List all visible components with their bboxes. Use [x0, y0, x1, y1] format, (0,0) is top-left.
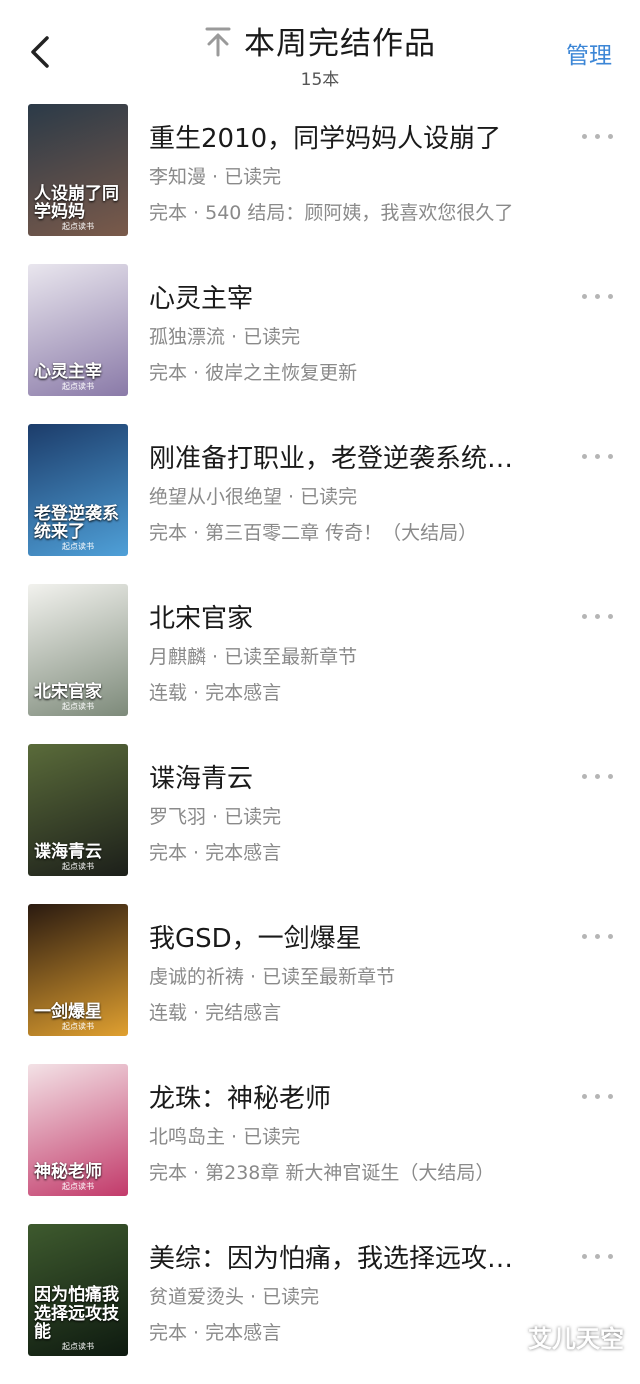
- dot: [608, 614, 613, 619]
- book-title[interactable]: 重生2010，同学妈妈人设崩了: [149, 118, 559, 155]
- more-options-icon[interactable]: [582, 768, 616, 784]
- cover-brand: 起点读书: [62, 702, 94, 711]
- book-cover[interactable]: 心灵主宰 起点读书: [28, 264, 128, 396]
- book-title[interactable]: 刚准备打职业，老登逆袭系统…: [149, 438, 559, 475]
- dot: [608, 934, 613, 939]
- dot: [582, 454, 587, 459]
- book-count: 15本: [300, 70, 340, 90]
- top-bar: 本周完结作品 15本 管理: [0, 0, 640, 90]
- more-options-icon[interactable]: [582, 928, 616, 944]
- cover-title-text: 北宋官家: [34, 682, 102, 703]
- book-list: 人设崩了同学妈妈 起点读书 重生2010，同学妈妈人设崩了 李知漫 · 已读完 完本 ·…: [0, 104, 640, 1384]
- dot: [595, 1254, 600, 1259]
- dot: [582, 1254, 587, 1259]
- book-list-item[interactable]: 心灵主宰 起点读书 心灵主宰 孤独漂流 · 已读完 完本 · 彼岸之主恢复更新: [0, 264, 640, 424]
- book-list-item[interactable]: 北宋官家 起点读书 北宋官家 月麒麟 · 已读至最新章节 连载 · 完本感言: [0, 584, 640, 744]
- pin-top-icon[interactable]: [204, 25, 232, 57]
- manage-button[interactable]: 管理: [566, 36, 612, 70]
- book-author-status: 虔诚的祈祷 · 已读至最新章节: [149, 966, 396, 988]
- cover-brand: 起点读书: [62, 1022, 94, 1031]
- cover-title-text: 神秘老师: [34, 1162, 102, 1183]
- cover-title-text: 心灵主宰: [34, 362, 102, 383]
- dot: [608, 134, 613, 139]
- dot: [582, 774, 587, 779]
- cover-title-text: 人设崩了同学妈妈: [34, 183, 119, 223]
- book-cover[interactable]: 老登逆袭系统来了 起点读书: [28, 424, 128, 556]
- watermark: 艾儿天空: [528, 1325, 624, 1353]
- book-author-status: 月麒麟 · 已读至最新章节: [149, 646, 358, 668]
- book-list-item[interactable]: 谍海青云 起点读书 谍海青云 罗飞羽 · 已读完 完本 · 完本感言: [0, 744, 640, 904]
- more-options-icon[interactable]: [582, 1088, 616, 1104]
- book-cover[interactable]: 因为怕痛我选择远攻技能 起点读书: [28, 1224, 128, 1356]
- book-title[interactable]: 龙珠：神秘老师: [149, 1078, 559, 1115]
- book-latest-chapter: 连载 · 完结感言: [149, 1002, 282, 1024]
- book-latest-chapter: 完本 · 彼岸之主恢复更新: [149, 362, 358, 384]
- book-title[interactable]: 美综：因为怕痛，我选择远攻…: [149, 1238, 559, 1275]
- more-options-icon[interactable]: [582, 608, 616, 624]
- book-title[interactable]: 北宋官家: [149, 598, 559, 635]
- cover-title-text: 因为怕痛我选择远攻技能: [34, 1284, 119, 1343]
- dot: [595, 1094, 600, 1099]
- book-latest-chapter: 连载 · 完本感言: [149, 682, 282, 704]
- dot: [595, 134, 600, 139]
- book-latest-chapter: 完本 · 完本感言: [149, 842, 282, 864]
- book-list-item[interactable]: 因为怕痛我选择远攻技能 起点读书 美综：因为怕痛，我选择远攻… 贫道爱烫头 · 已读完…: [0, 1224, 640, 1384]
- book-list-item[interactable]: 神秘老师 起点读书 龙珠：神秘老师 北鸣岛主 · 已读完 完本 · 第238章 新大神官…: [0, 1064, 640, 1224]
- cover-brand: 起点读书: [62, 862, 94, 871]
- cover-brand: 起点读书: [62, 222, 94, 231]
- cover-title-text: 一剑爆星: [34, 1002, 102, 1023]
- dot: [595, 774, 600, 779]
- book-author-status: 孤独漂流 · 已读完: [149, 326, 301, 348]
- dot: [608, 1094, 613, 1099]
- book-author-status: 贫道爱烫头 · 已读完: [149, 1286, 320, 1308]
- dot: [582, 294, 587, 299]
- cover-brand: 起点读书: [62, 542, 94, 551]
- dot: [582, 134, 587, 139]
- page-title: 本周完结作品: [244, 26, 436, 62]
- more-options-icon[interactable]: [582, 448, 616, 464]
- dot: [582, 614, 587, 619]
- book-cover[interactable]: 人设崩了同学妈妈 起点读书: [28, 104, 128, 236]
- more-options-icon[interactable]: [582, 1248, 616, 1264]
- book-author-status: 绝望从小很绝望 · 已读完: [149, 486, 358, 508]
- cover-brand: 起点读书: [62, 1342, 94, 1351]
- book-list-item[interactable]: 一剑爆星 起点读书 我GSD，一剑爆星 虔诚的祈祷 · 已读至最新章节 连载 · 完结感…: [0, 904, 640, 1064]
- book-cover[interactable]: 谍海青云 起点读书: [28, 744, 128, 876]
- book-list-item[interactable]: 人设崩了同学妈妈 起点读书 重生2010，同学妈妈人设崩了 李知漫 · 已读完 完本 ·…: [0, 104, 640, 264]
- cover-brand: 起点读书: [62, 1182, 94, 1191]
- more-options-icon[interactable]: [582, 288, 616, 304]
- more-options-icon[interactable]: [582, 128, 616, 144]
- cover-title-text: 老登逆袭系统来了: [34, 503, 119, 543]
- dot: [582, 1094, 587, 1099]
- dot: [608, 454, 613, 459]
- dot: [595, 614, 600, 619]
- book-title[interactable]: 我GSD，一剑爆星: [149, 918, 559, 955]
- book-cover[interactable]: 神秘老师 起点读书: [28, 1064, 128, 1196]
- dot: [595, 454, 600, 459]
- title-block: 本周完结作品 15本: [0, 18, 640, 90]
- dot: [608, 774, 613, 779]
- book-title[interactable]: 心灵主宰: [149, 278, 559, 315]
- dot: [595, 934, 600, 939]
- book-author-status: 北鸣岛主 · 已读完: [149, 1126, 301, 1148]
- book-author-status: 罗飞羽 · 已读完: [149, 806, 282, 828]
- book-list-item[interactable]: 老登逆袭系统来了 起点读书 刚准备打职业，老登逆袭系统… 绝望从小很绝望 · 已读完完…: [0, 424, 640, 584]
- dot: [608, 294, 613, 299]
- book-latest-chapter: 完本 · 第三百零二章 传奇！（大结局）: [149, 522, 478, 544]
- book-latest-chapter: 完本 · 第238章 新大神官诞生（大结局）: [149, 1162, 495, 1184]
- dot: [595, 294, 600, 299]
- book-cover[interactable]: 北宋官家 起点读书: [28, 584, 128, 716]
- dot: [582, 934, 587, 939]
- book-latest-chapter: 完本 · 540 结局：顾阿姨，我喜欢您很久了: [149, 202, 514, 224]
- cover-title-text: 谍海青云: [34, 842, 102, 863]
- cover-brand: 起点读书: [62, 382, 94, 391]
- dot: [608, 1254, 613, 1259]
- book-cover[interactable]: 一剑爆星 起点读书: [28, 904, 128, 1036]
- book-author-status: 李知漫 · 已读完: [149, 166, 282, 188]
- book-title[interactable]: 谍海青云: [149, 758, 559, 795]
